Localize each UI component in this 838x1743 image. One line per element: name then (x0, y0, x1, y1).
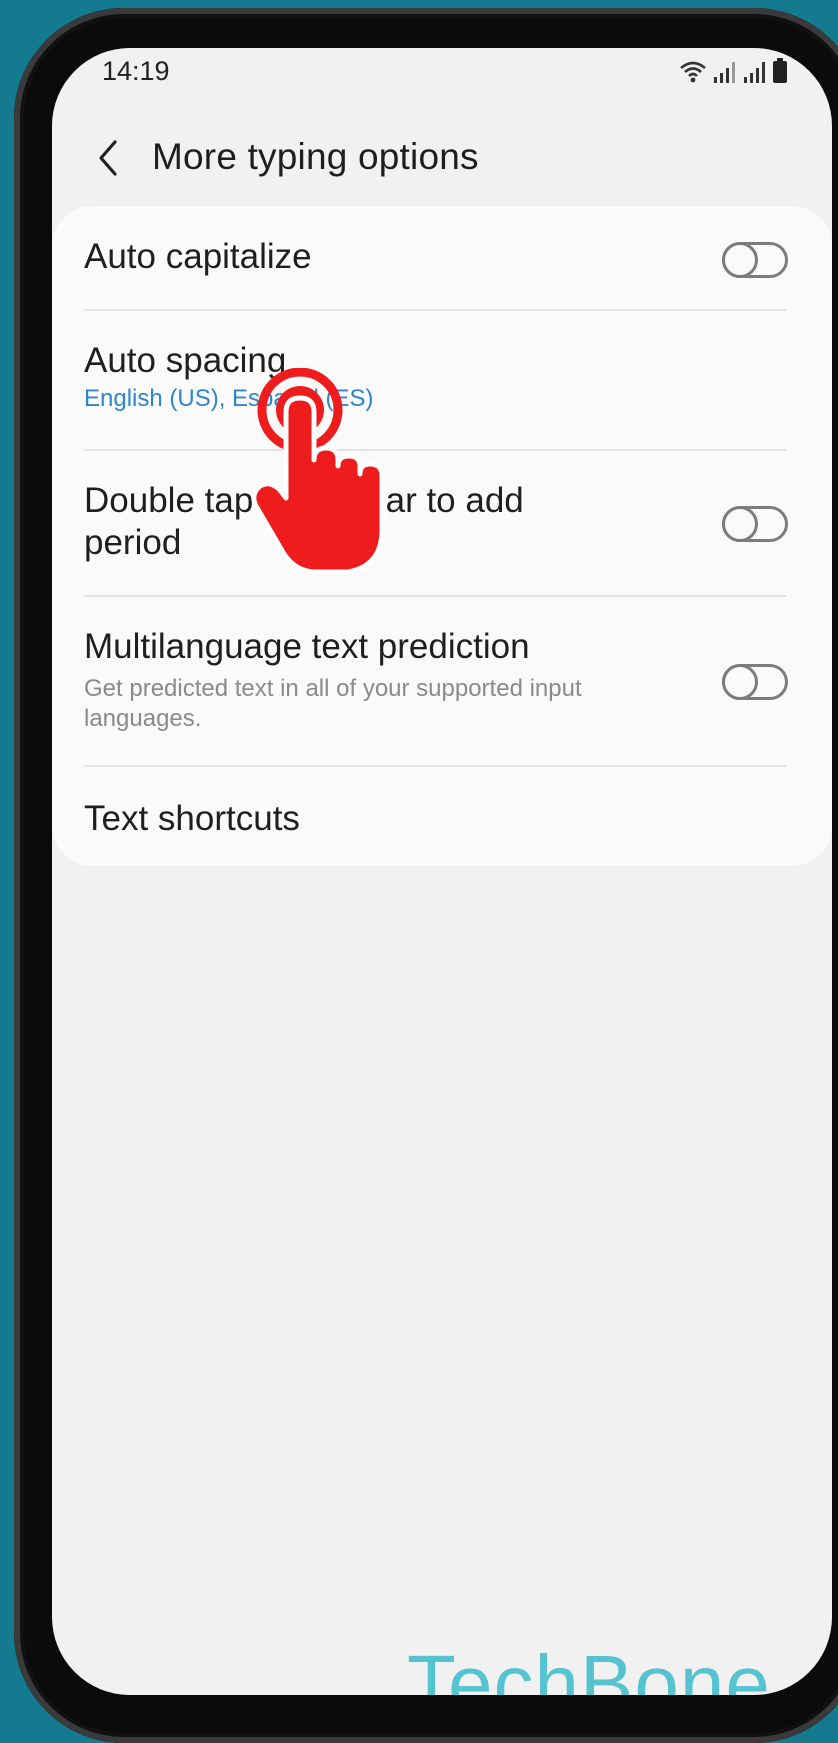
setting-title: Auto capitalize (84, 237, 312, 276)
battery-icon (773, 58, 787, 83)
page-title: More typing options (152, 136, 479, 177)
switch-knob (722, 664, 758, 700)
status-time: 14:19 (102, 56, 170, 86)
setting-multilanguage-prediction[interactable]: Multilanguage text prediction Get predic… (84, 626, 786, 734)
signal-icon-sim2 (744, 62, 765, 83)
setting-subtitle: Get predicted text in all of your suppor… (84, 675, 582, 732)
setting-subtitle: English (US), Español (ES) (84, 385, 374, 412)
setting-text-shortcuts[interactable]: Text shortcuts (84, 798, 786, 840)
setting-title: Auto spacing (84, 341, 287, 380)
divider (84, 449, 786, 451)
setting-title: Multilanguage text prediction (84, 627, 530, 666)
setting-title: Text shortcuts (84, 799, 300, 838)
status-bar: 14:19 (52, 48, 832, 96)
status-icons (680, 56, 788, 84)
double-tap-period-switch[interactable] (722, 506, 788, 542)
divider (84, 765, 786, 767)
auto-capitalize-switch[interactable] (722, 242, 788, 278)
signal-icon-sim1 (714, 62, 735, 83)
back-button[interactable] (82, 132, 134, 184)
app-bar: More typing options (52, 120, 832, 210)
switch-knob (722, 506, 758, 542)
wifi-icon (680, 61, 706, 83)
switch-knob (722, 242, 758, 278)
tap-indicator-icon (251, 368, 385, 575)
chevron-left-icon (99, 140, 117, 176)
settings-card: Auto capitalize Auto spacing English (US… (52, 206, 832, 866)
setting-auto-spacing[interactable]: Auto spacing English (US), Español (ES) (84, 340, 786, 414)
multilanguage-prediction-switch[interactable] (722, 664, 788, 700)
divider (84, 595, 786, 597)
setting-auto-capitalize[interactable]: Auto capitalize (84, 236, 786, 278)
watermark: TechBone (407, 1639, 771, 1695)
divider (84, 309, 786, 311)
phone-screen: 14:19 More typing options Auto capitaliz… (52, 48, 832, 1695)
